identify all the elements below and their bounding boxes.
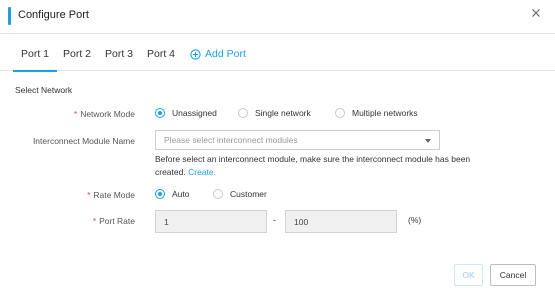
tab-port-2[interactable]: Port 2 (63, 48, 91, 60)
close-icon[interactable] (529, 6, 543, 20)
dialog-title: Configure Port (18, 9, 89, 21)
interconnect-module-label: Interconnect Module Name (32, 136, 135, 146)
cancel-button[interactable]: Cancel (490, 264, 536, 286)
rate-mode-label: * Rate Mode (87, 190, 135, 200)
interconnect-help-text: Before select an interconnect module, ma… (155, 154, 471, 177)
radio-unassigned[interactable]: Unassigned (155, 108, 217, 118)
port-tabs: Port 1 Port 2 Port 3 Port 4 Add Port (0, 34, 555, 72)
radio-dot (238, 108, 248, 118)
radio-dot (155, 189, 165, 199)
port-rate-min-input[interactable]: 1 (155, 210, 267, 233)
add-port-button[interactable]: Add Port (190, 48, 246, 60)
ok-button[interactable]: OK (454, 264, 483, 286)
required-mark: * (87, 190, 91, 200)
radio-single-network[interactable]: Single network (238, 108, 311, 118)
port-rate-max-input[interactable]: 100 (285, 210, 397, 233)
required-mark: * (73, 109, 78, 119)
required-mark: * (92, 216, 97, 226)
add-port-label: Add Port (205, 48, 246, 60)
add-circle-icon (190, 48, 201, 60)
chevron-down-icon (425, 139, 431, 143)
range-separator: - (273, 215, 276, 225)
select-placeholder: Please select interconnect modules (164, 135, 298, 145)
radio-dot (155, 108, 165, 118)
radio-customer[interactable]: Customer (213, 189, 267, 199)
tab-port-4[interactable]: Port 4 (147, 48, 175, 60)
interconnect-module-select[interactable]: Please select interconnect modules (155, 130, 440, 150)
network-mode-label: * Network Mode (73, 109, 135, 119)
section-title: Select Network (15, 85, 73, 95)
tab-port-1[interactable]: Port 1 (12, 48, 58, 72)
title-accent-bar (8, 7, 11, 25)
radio-multiple-networks[interactable]: Multiple networks (335, 108, 418, 118)
radio-auto[interactable]: Auto (155, 189, 190, 199)
tab-port-3[interactable]: Port 3 (105, 48, 133, 60)
radio-dot (335, 108, 345, 118)
port-rate-label: * Port Rate (92, 216, 135, 226)
radio-dot (213, 189, 223, 199)
create-link[interactable]: Create. (188, 167, 216, 177)
port-rate-unit: (%) (408, 215, 422, 225)
